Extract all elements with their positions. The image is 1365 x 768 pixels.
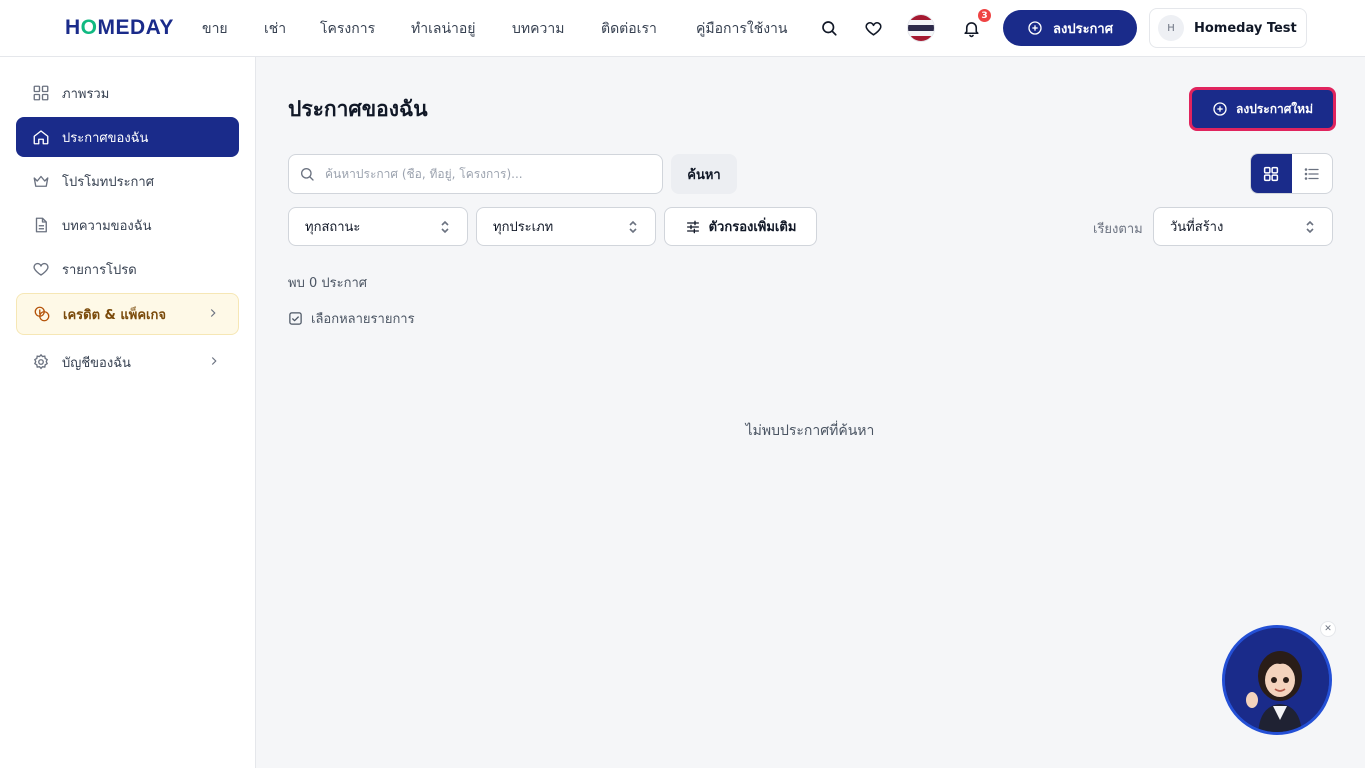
sidebar-item-my-articles[interactable]: บทความของฉัน: [16, 205, 239, 245]
grid-icon: [1264, 166, 1279, 181]
search-button[interactable]: ค้นหา: [671, 154, 737, 194]
type-filter-select[interactable]: ทุกประเภท: [476, 207, 656, 246]
coins-icon: [34, 306, 50, 322]
checkbox-icon: [289, 312, 302, 325]
plus-circle-icon: [1213, 102, 1227, 116]
chevron-up-down-icon: [629, 220, 637, 234]
sort-select[interactable]: วันที่สร้าง: [1153, 207, 1333, 246]
post-listing-button[interactable]: ลงประกาศ: [1003, 10, 1137, 46]
more-filters-label: ตัวกรองเพิ่มเติม: [708, 220, 797, 235]
close-icon[interactable]: ✕: [1320, 621, 1336, 637]
list-view-button[interactable]: [1292, 154, 1333, 193]
result-count: พบ 0 ประกาศ: [288, 276, 367, 291]
avatar: H: [1158, 15, 1184, 41]
sidebar-item-credits[interactable]: เครดิต & แพ็คเกจ: [16, 293, 239, 335]
search-icon[interactable]: [818, 17, 840, 39]
list-icon: [1304, 167, 1319, 180]
post-listing-label: ลงประกาศ: [1053, 21, 1113, 37]
chevron-right-icon: [210, 309, 216, 317]
user-menu-button[interactable]: H Homeday Test: [1149, 8, 1307, 48]
type-filter-value: ทุกประเภท: [493, 220, 554, 235]
gear-icon: [33, 353, 49, 370]
chevron-up-down-icon: [441, 220, 449, 234]
heart-icon[interactable]: [862, 17, 884, 39]
multi-select-toggle[interactable]: เลือกหลายรายการ: [288, 308, 415, 329]
plus-circle-icon: [1028, 21, 1042, 35]
chevron-up-down-icon: [1306, 220, 1314, 234]
search-icon: [301, 168, 314, 181]
nav-guide[interactable]: คู่มือการใช้งาน: [696, 18, 787, 40]
sidebar: ภาพรวม ประกาศของฉัน โปรโมทประกาศ บทความข…: [0, 57, 256, 768]
sidebar-item-favorites[interactable]: รายการโปรด: [16, 249, 239, 289]
heart-icon: [33, 262, 49, 276]
sort-value: วันที่สร้าง: [1170, 220, 1224, 235]
dashboard-icon: [33, 85, 49, 101]
sliders-icon: [686, 220, 699, 233]
chat-assistant-button[interactable]: [1222, 625, 1332, 735]
sort-label: เรียงตาม: [1093, 222, 1143, 237]
thai-flag-icon[interactable]: [907, 14, 935, 42]
view-mode-toggle: [1250, 153, 1333, 194]
chevron-right-icon: [211, 357, 217, 365]
homeday-logo[interactable]: HOMEDAY: [65, 16, 174, 40]
multi-select-label: เลือกหลายรายการ: [311, 312, 415, 327]
new-listing-button[interactable]: ลงประกาศใหม่: [1189, 87, 1336, 131]
sidebar-item-label: โปรโมทประกาศ: [62, 174, 154, 190]
page-title: ประกาศของฉัน: [288, 97, 428, 121]
user-name: Homeday Test: [1194, 20, 1297, 36]
assistant-avatar-icon: [1225, 628, 1329, 732]
status-filter-value: ทุกสถานะ: [305, 220, 361, 235]
sidebar-item-label: รายการโปรด: [62, 262, 137, 278]
sidebar-item-label: บัญชีของฉัน: [62, 355, 131, 371]
grid-view-button[interactable]: [1251, 154, 1292, 193]
sidebar-item-promote[interactable]: โปรโมทประกาศ: [16, 161, 239, 201]
top-navbar: HOMEDAY ขาย เช่า โครงการ ทำเลน่าอยู่ บทค…: [0, 0, 1365, 57]
empty-state-message: ไม่พบประกาศที่ค้นหา: [745, 423, 875, 439]
nav-contact[interactable]: ติดต่อเรา: [601, 18, 657, 40]
crown-icon: [33, 175, 49, 187]
nav-rent[interactable]: เช่า: [264, 18, 286, 40]
status-filter-select[interactable]: ทุกสถานะ: [288, 207, 468, 246]
document-icon: [35, 217, 47, 233]
nav-projects[interactable]: โครงการ: [320, 18, 375, 40]
search-input[interactable]: [325, 167, 645, 181]
nav-articles[interactable]: บทความ: [512, 18, 564, 40]
sidebar-item-overview[interactable]: ภาพรวม: [16, 73, 239, 113]
new-listing-label: ลงประกาศใหม่: [1235, 101, 1314, 116]
search-field[interactable]: [288, 154, 663, 194]
nav-locations[interactable]: ทำเลน่าอยู่: [411, 18, 476, 40]
nav-sell[interactable]: ขาย: [202, 18, 228, 40]
home-icon: [33, 130, 49, 145]
sidebar-item-account[interactable]: บัญชีของฉัน: [16, 342, 239, 382]
sidebar-item-label: เครดิต & แพ็คเกจ: [63, 307, 166, 323]
notification-badge: 3: [976, 7, 993, 24]
sidebar-item-label: บทความของฉัน: [62, 218, 152, 234]
sidebar-item-my-listings[interactable]: ประกาศของฉัน: [16, 117, 239, 157]
sidebar-item-label: ภาพรวม: [62, 86, 110, 102]
sidebar-item-label: ประกาศของฉัน: [62, 130, 149, 146]
more-filters-button[interactable]: ตัวกรองเพิ่มเติม: [664, 207, 817, 246]
